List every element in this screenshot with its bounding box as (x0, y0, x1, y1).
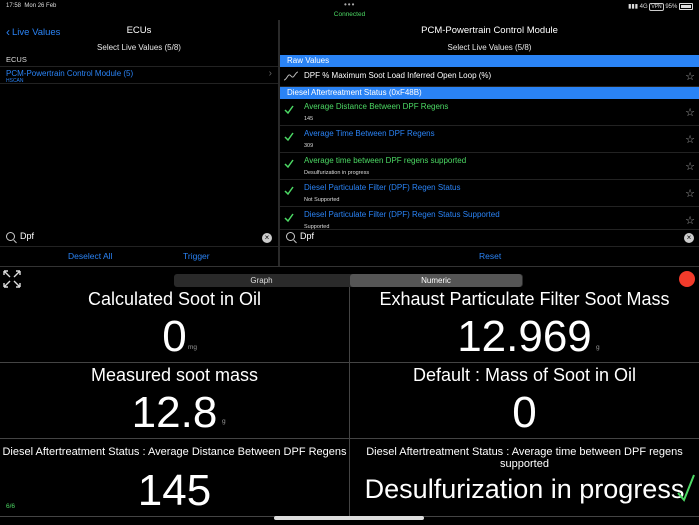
view-segmented-control: Graph Numeric (174, 274, 523, 287)
search-icon (286, 232, 295, 241)
star-icon[interactable]: ☆ (685, 214, 695, 227)
raw-value-label: DPF % Maximum Soot Load Inferred Open Lo… (304, 71, 492, 80)
signal-icon: ▮▮▮ (628, 4, 638, 11)
ecus-panel: ‹ Live Values ECUs Select Live Values (5/… (0, 20, 278, 266)
search-text[interactable]: Dpf (20, 231, 34, 241)
star-icon[interactable]: ☆ (685, 160, 695, 173)
page-title: ECUs (126, 25, 152, 36)
gauge-unit: g (222, 418, 226, 425)
item-title: Average time between DPF regens supporte… (304, 156, 467, 165)
item-value: Not Supported (304, 197, 340, 203)
status-bar: 17:58 Mon 26 Feb ••• Connected ▮▮▮ 4G VP… (0, 0, 699, 20)
ecu-search-input[interactable]: Dpf × (0, 231, 278, 245)
gauge-value: 12.8 (131, 388, 218, 437)
section-label: ECUS (6, 55, 27, 64)
gauge-value: 0 (162, 312, 187, 361)
ecu-list-item[interactable]: PCM-Powertrain Control Module (5) HSCAN … (0, 66, 278, 84)
clear-icon[interactable]: × (262, 233, 272, 243)
list-item[interactable]: Average Time Between DPF Regens 309 ☆ (280, 126, 699, 153)
tab-graph[interactable]: Graph (174, 274, 349, 287)
gauge-label: Diesel Aftertreatment Status : Average t… (366, 446, 683, 470)
ecu-protocol: HSCAN (6, 78, 24, 84)
gauge-unit: g (596, 344, 600, 351)
gauge-value: 12.969 (457, 312, 592, 361)
battery-icon (679, 3, 693, 10)
gauge-label: Exhaust Particulate Filter Soot Mass (379, 289, 670, 309)
deselect-all-button[interactable]: Deselect All (68, 251, 112, 261)
module-subtitle: Select Live Values (5/8) (447, 43, 532, 52)
search-icon (6, 232, 15, 241)
connection-status: Connected (333, 11, 366, 18)
reset-button[interactable]: Reset (479, 251, 501, 261)
numeric-dashboard: Graph Numeric Calculated Soot in Oil 0 m… (0, 266, 699, 525)
raw-value-row[interactable]: DPF % Maximum Soot Load Inferred Open Lo… (280, 67, 699, 87)
status-section-header: Diesel Aftertreatment Status (0xF48B) (280, 87, 699, 99)
item-value: 309 (304, 143, 314, 149)
vpn-badge: VPN (649, 3, 664, 12)
status-time: 17:58 Mon 26 Feb (6, 3, 57, 9)
item-title: Diesel Particulate Filter (DPF) Regen St… (304, 210, 500, 219)
star-icon[interactable]: ☆ (685, 187, 695, 200)
checkmark-icon (284, 213, 294, 223)
clear-icon[interactable]: × (684, 233, 694, 243)
module-title: PCM-Powertrain Control Module (421, 25, 558, 36)
gauge-label: Default : Mass of Soot in Oil (412, 365, 637, 385)
checkmark-icon (677, 474, 695, 502)
gauge-value: 0 (512, 388, 537, 437)
checkmark-icon (284, 159, 294, 169)
gauge-cell[interactable]: Measured soot mass 12.8 g (0, 363, 350, 439)
star-icon[interactable]: ☆ (685, 106, 695, 119)
home-indicator[interactable] (274, 516, 424, 520)
checkmark-icon (284, 132, 294, 142)
list-item[interactable]: Average time between DPF regens supporte… (280, 153, 699, 180)
item-title: Diesel Particulate Filter (DPF) Regen St… (304, 183, 461, 192)
raw-values-header: Raw Values (280, 55, 699, 67)
gauge-cell[interactable]: Diesel Aftertreatment Status : Average t… (350, 439, 699, 517)
gauge-label: Calculated Soot in Oil (87, 289, 262, 309)
subtitle: Select Live Values (5/8) (97, 43, 181, 52)
gauge-value: 145 (137, 466, 212, 515)
chevron-right-icon: › (268, 68, 272, 79)
gauge-label: Measured soot mass (90, 365, 259, 385)
page-indicator: 6/6 (6, 503, 16, 510)
multitask-dots-icon[interactable]: ••• (344, 0, 355, 9)
item-title: Average Distance Between DPF Regens (304, 102, 449, 111)
status-right: ▮▮▮ 4G VPN 95% (628, 3, 693, 12)
module-panel: PCM-Powertrain Control Module Select Liv… (280, 20, 699, 266)
gauge-cell[interactable]: Diesel Aftertreatment Status : Average D… (0, 439, 350, 517)
checkmark-icon (284, 105, 294, 115)
item-value: Supported (304, 224, 330, 230)
star-icon[interactable]: ☆ (685, 133, 695, 146)
gauge-value: Desulfurization in progress (364, 474, 685, 504)
gauge-label: Diesel Aftertreatment Status : Average D… (2, 446, 347, 458)
gauge-cell[interactable]: Default : Mass of Soot in Oil 0 (350, 363, 699, 439)
sine-wave-icon (283, 71, 299, 81)
list-item[interactable]: Average Distance Between DPF Regens 145 … (280, 99, 699, 126)
value-search-input[interactable]: Dpf × (280, 231, 699, 245)
item-title: Average Time Between DPF Regens (304, 129, 435, 138)
tab-numeric[interactable]: Numeric (350, 274, 522, 287)
checkmark-icon (284, 186, 294, 196)
network-type: 4G (639, 4, 648, 11)
gauge-cell[interactable]: Calculated Soot in Oil 0 mg (0, 287, 350, 363)
ecu-name: PCM-Powertrain Control Module (5) (6, 69, 134, 78)
list-item[interactable]: Diesel Particulate Filter (DPF) Regen St… (280, 180, 699, 207)
battery-percent: 95% (665, 4, 678, 11)
item-value: 145 (304, 116, 314, 122)
star-icon[interactable]: ☆ (685, 70, 695, 83)
expand-icon[interactable] (2, 269, 22, 289)
list-item[interactable]: Diesel Particulate Filter (DPF) Regen St… (280, 207, 699, 230)
record-icon[interactable] (679, 271, 695, 287)
trigger-button[interactable]: Trigger (183, 251, 210, 261)
gauge-cell[interactable]: Exhaust Particulate Filter Soot Mass 12.… (350, 287, 699, 363)
gauge-unit: mg (188, 344, 198, 351)
item-value: Desulfurization in progress (304, 170, 370, 176)
search-text[interactable]: Dpf (300, 231, 314, 241)
